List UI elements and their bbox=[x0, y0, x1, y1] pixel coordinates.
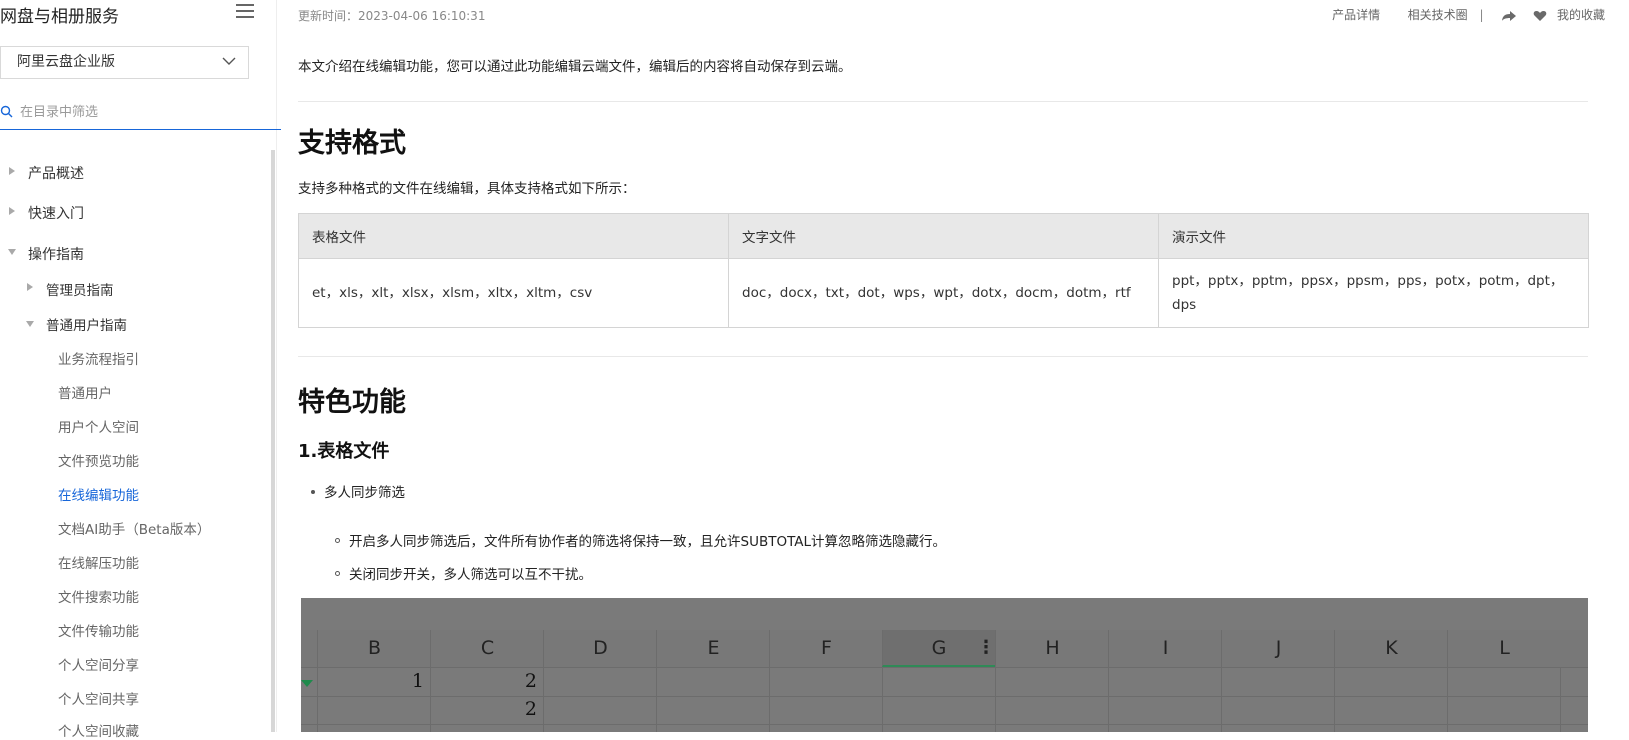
formats-description: 支持多种格式的文件在线编辑，具体支持格式如下所示： bbox=[298, 181, 636, 197]
expand-arrow-icon[interactable] bbox=[9, 207, 15, 215]
divider bbox=[298, 356, 1588, 357]
collapse-arrow-icon[interactable] bbox=[8, 249, 16, 255]
feature-bullet: 多人同步筛选 bbox=[324, 485, 405, 501]
spreadsheet-screenshot: B C D E F G H I J K L ⋮ 1 2 2 bbox=[301, 598, 1588, 732]
table-cell: doc，docx，txt，dot，wps，wpt，dotx，docm，dotm，… bbox=[728, 258, 1159, 328]
sub-bullet-dot bbox=[335, 538, 340, 543]
column-header: B bbox=[317, 630, 431, 667]
update-time: 更新时间：2023-04-06 16:10:31 bbox=[298, 9, 486, 23]
nav-item-online-unzip[interactable]: 在线解压功能 bbox=[58, 552, 139, 572]
sheet-cell: 2 bbox=[524, 698, 537, 720]
tech-circle-link[interactable]: 相关技术圈 bbox=[1408, 8, 1468, 22]
table-row: et，xls，xlt，xlsx，xlsm，xltx，xltm，csv doc，d… bbox=[298, 258, 1589, 328]
my-favorites-link[interactable]: 我的收藏 bbox=[1557, 8, 1605, 22]
column-header: H bbox=[995, 630, 1109, 667]
nav-item-admin-guide[interactable]: 管理员指南 bbox=[46, 279, 114, 299]
column-header: I bbox=[1108, 630, 1222, 667]
table-cell: ppt，pptx，pptm，ppsx，ppsm，pps，potx，potm，dp… bbox=[1158, 258, 1589, 328]
nav-item-space-collab[interactable]: 个人空间共享 bbox=[58, 688, 139, 708]
nav-item-ai-assistant[interactable]: 文档AI助手（Beta版本） bbox=[58, 518, 210, 538]
column-header: E bbox=[656, 630, 770, 667]
nav-item-user-guide[interactable]: 普通用户指南 bbox=[46, 314, 127, 334]
table-header-row: 表格文件 文字文件 演示文件 bbox=[298, 213, 1589, 259]
sidebar-header: 网盘与相册服务 bbox=[0, 0, 260, 30]
heart-icon[interactable] bbox=[1533, 10, 1547, 22]
column-header: F bbox=[769, 630, 883, 667]
column-header: J bbox=[1221, 630, 1335, 667]
product-select-value: 阿里云盘企业版 bbox=[17, 54, 115, 70]
feature-sub-bullet: 开启多人同步筛选后，文件所有协作者的筛选将保持一致，且允许SUBTOTAL计算忽… bbox=[349, 534, 947, 550]
sidebar: 网盘与相册服务 阿里云盘企业版 产品概述 快速入门 操作指南 管理员指南 普通用… bbox=[0, 0, 281, 740]
heading-supported-formats: 支持格式 bbox=[298, 128, 406, 159]
table-cell: et，xls，xlt，xlsx，xlsm，xltx，xltm，csv bbox=[298, 258, 729, 328]
product-select[interactable]: 阿里云盘企业版 bbox=[0, 46, 249, 79]
product-detail-link[interactable]: 产品详情 bbox=[1332, 8, 1380, 22]
nav-item-file-search[interactable]: 文件搜索功能 bbox=[58, 586, 139, 606]
collapse-arrow-icon[interactable] bbox=[26, 321, 34, 327]
column-menu-icon: ⋮ bbox=[977, 637, 995, 658]
column-header: D bbox=[543, 630, 657, 667]
nav-item-personal-space[interactable]: 用户个人空间 bbox=[58, 416, 139, 436]
filter-arrow-icon bbox=[301, 680, 313, 687]
table-header: 演示文件 bbox=[1158, 213, 1589, 259]
expand-arrow-icon[interactable] bbox=[9, 167, 15, 175]
top-links: 产品详情 相关技术圈 | 我的收藏 bbox=[1332, 6, 1605, 23]
formats-table: 表格文件 文字文件 演示文件 et，xls，xlt，xlsx，xlsm，xltx… bbox=[298, 213, 1589, 328]
nav-item-operation-guide[interactable]: 操作指南 bbox=[28, 244, 84, 264]
table-header: 文字文件 bbox=[728, 213, 1159, 259]
catalog-filter-input[interactable] bbox=[20, 102, 260, 122]
share-arrow-icon[interactable] bbox=[1501, 10, 1517, 22]
link-divider: | bbox=[1479, 8, 1484, 22]
expand-arrow-icon[interactable] bbox=[27, 283, 33, 291]
heading-spreadsheet: 1.表格文件 bbox=[298, 441, 390, 462]
sheet-cell: 2 bbox=[524, 670, 537, 692]
nav-item-workflow[interactable]: 业务流程指引 bbox=[58, 348, 139, 368]
divider bbox=[298, 101, 1588, 102]
catalog-filter bbox=[0, 97, 281, 130]
sidebar-title: 网盘与相册服务 bbox=[0, 7, 119, 27]
link-separator bbox=[1392, 8, 1396, 22]
nav-item-normal-user[interactable]: 普通用户 bbox=[58, 382, 112, 402]
bullet-dot bbox=[311, 490, 315, 494]
hamburger-menu-icon[interactable] bbox=[236, 4, 254, 18]
sub-bullet-dot bbox=[335, 571, 340, 576]
column-header: C bbox=[430, 630, 544, 667]
chevron-down-icon bbox=[222, 57, 236, 65]
intro-text: 本文介绍在线编辑功能，您可以通过此功能编辑云端文件，编辑后的内容将自动保存到云端… bbox=[298, 59, 852, 75]
nav-item-file-preview[interactable]: 文件预览功能 bbox=[58, 450, 139, 470]
nav-item-quick-start[interactable]: 快速入门 bbox=[28, 203, 84, 223]
sidebar-scrollbar[interactable] bbox=[271, 150, 275, 732]
nav-item-product-overview[interactable]: 产品概述 bbox=[28, 163, 84, 183]
nav-item-space-favorite[interactable]: 个人空间收藏 bbox=[58, 720, 139, 740]
nav-item-online-edit[interactable]: 在线编辑功能 bbox=[58, 484, 139, 504]
nav-item-file-transfer[interactable]: 文件传输功能 bbox=[58, 620, 139, 640]
feature-sub-bullet: 关闭同步开关，多人筛选可以互不干扰。 bbox=[349, 567, 592, 583]
nav-item-space-share[interactable]: 个人空间分享 bbox=[58, 654, 139, 674]
table-header: 表格文件 bbox=[298, 213, 729, 259]
heading-features: 特色功能 bbox=[298, 387, 406, 418]
column-header: K bbox=[1334, 630, 1448, 667]
column-header: L bbox=[1447, 630, 1561, 667]
sheet-cell: 1 bbox=[411, 670, 424, 692]
search-icon bbox=[0, 105, 13, 118]
